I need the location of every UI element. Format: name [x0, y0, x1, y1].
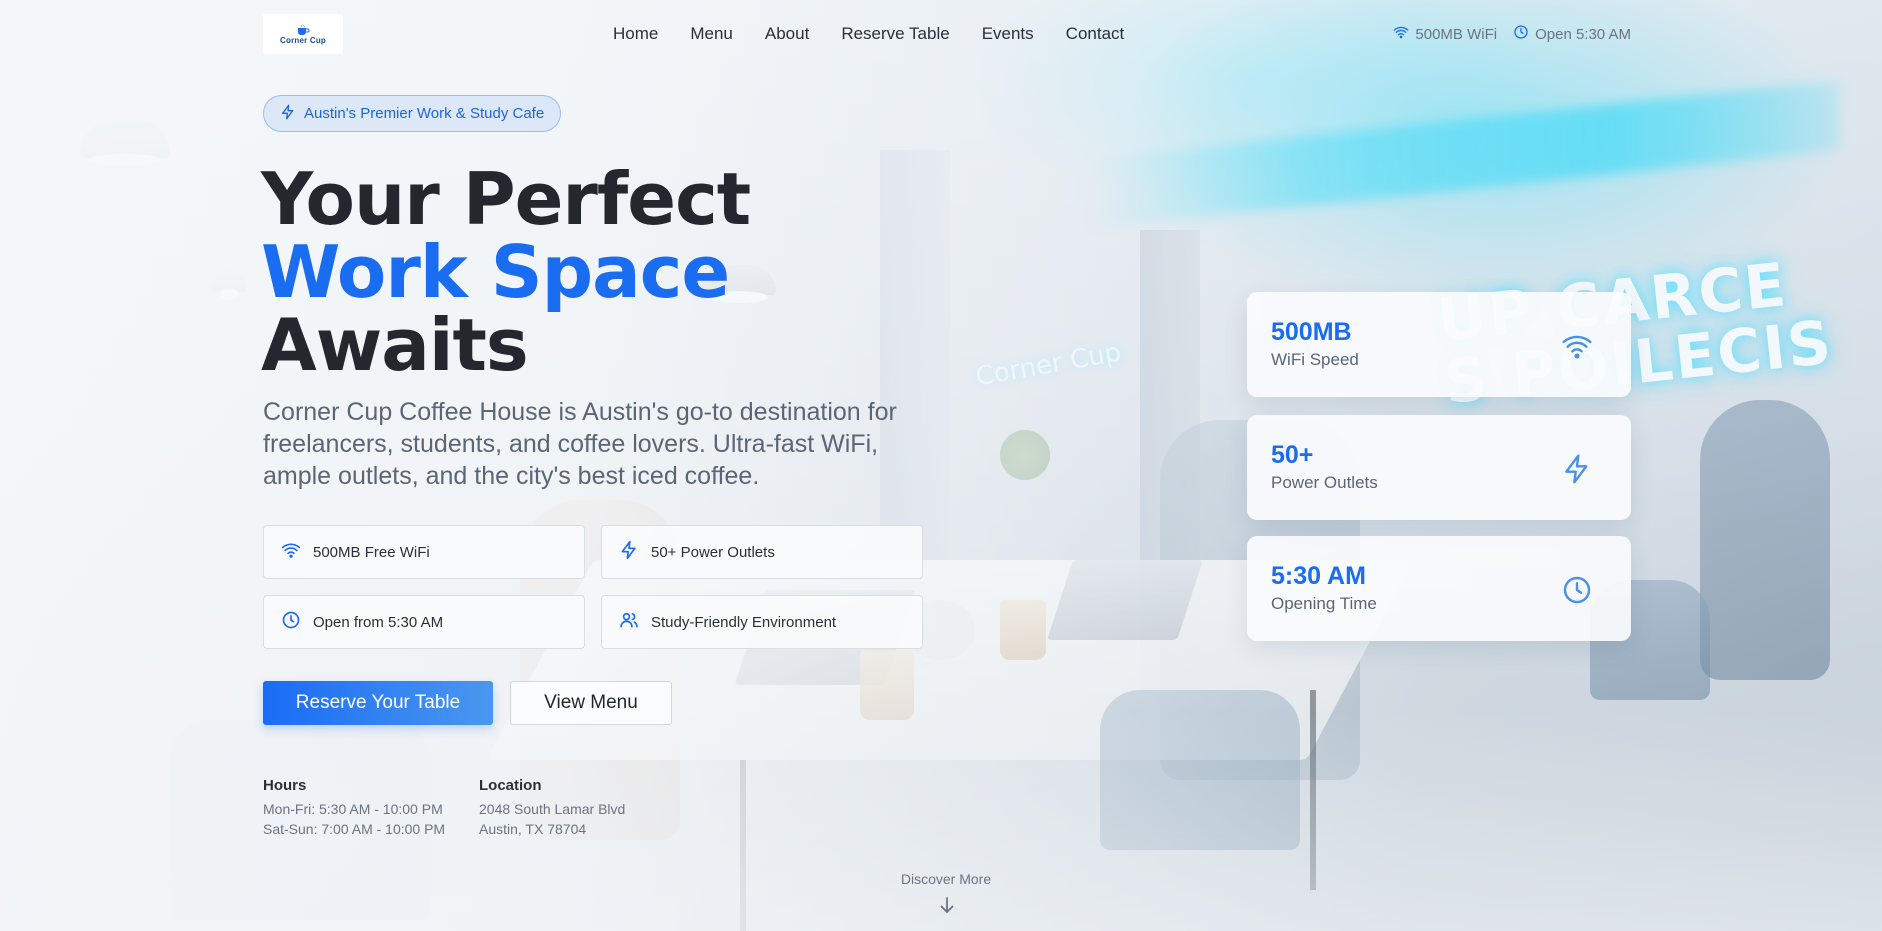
nav-menu[interactable]: Menu [690, 24, 733, 44]
feature-label: 50+ Power Outlets [651, 543, 775, 561]
hero-title-line-2: Work Space [261, 230, 730, 314]
nav-about[interactable]: About [765, 24, 809, 44]
feature-study-friendly: Study-Friendly Environment [601, 595, 923, 649]
location-street: 2048 South Lamar Blvd [479, 801, 626, 817]
stat-label: Power Outlets [1271, 473, 1378, 492]
header-wifi-text: 500MB WiFi [1415, 25, 1498, 43]
users-icon [619, 610, 639, 634]
hours-weekends: Sat-Sun: 7:00 AM - 10:00 PM [263, 821, 446, 837]
wifi-icon [281, 540, 301, 564]
bolt-icon [619, 540, 639, 564]
location-heading: Location [479, 777, 542, 794]
stat-label: WiFi Speed [1271, 350, 1359, 369]
wifi-icon [1393, 24, 1409, 44]
header-hours-text: Open 5:30 AM [1535, 25, 1631, 43]
feature-wifi: 500MB Free WiFi [263, 525, 585, 579]
arrow-down-icon[interactable] [938, 895, 956, 915]
header-hours-info: Open 5:30 AM [1513, 24, 1631, 44]
bolt-icon [280, 104, 296, 124]
feature-label: Study-Friendly Environment [651, 613, 837, 631]
stat-value: 500MB [1271, 318, 1352, 346]
hero-title-line-3: Awaits [261, 303, 529, 387]
location-block: Location 2048 South Lamar Blvd Austin, T… [479, 776, 625, 839]
location-city: Austin, TX 78704 [479, 821, 587, 837]
stat-card-wifi: 500MB WiFi Speed [1247, 292, 1631, 397]
hours-block: Hours Mon-Fri: 5:30 AM - 10:00 PM Sat-Su… [263, 776, 445, 839]
stat-label: Opening Time [1271, 594, 1377, 613]
clock-icon [1561, 574, 1593, 606]
feature-grid: 500MB Free WiFi 50+ Power Outlets Open f… [263, 525, 923, 649]
view-menu-button[interactable]: View Menu [510, 681, 672, 725]
hours-heading: Hours [263, 777, 307, 794]
reserve-table-button[interactable]: Reserve Your Table [263, 681, 493, 725]
bolt-icon [1561, 453, 1593, 485]
feature-outlets: 50+ Power Outlets [601, 525, 923, 579]
clock-icon [281, 610, 301, 634]
nav-reserve-table[interactable]: Reserve Table [841, 24, 949, 44]
hero-title: Your Perfect Work Space Awaits [261, 157, 751, 387]
nav-home[interactable]: Home [613, 24, 658, 44]
stat-card-outlets: 50+ Power Outlets [1247, 415, 1631, 520]
stat-value: 5:30 AM [1271, 562, 1366, 590]
wifi-icon [1561, 330, 1593, 362]
nav-contact[interactable]: Contact [1066, 24, 1125, 44]
hero-title-line-1: Your Perfect [261, 157, 751, 241]
stat-value: 50+ [1271, 441, 1314, 469]
stat-card-opening: 5:30 AM Opening Time [1247, 536, 1631, 641]
header-quick-info: 500MB WiFi Open 5:30 AM [1393, 24, 1631, 44]
feature-hours: Open from 5:30 AM [263, 595, 585, 649]
coffee-cup-icon [296, 23, 310, 35]
logo-text: Corner Cup [280, 36, 326, 45]
header-wifi-info: 500MB WiFi [1393, 24, 1497, 44]
nav-events[interactable]: Events [982, 24, 1034, 44]
hero-badge: Austin's Premier Work & Study Cafe [263, 95, 562, 132]
clock-icon [1513, 24, 1529, 44]
brand-logo[interactable]: Corner Cup [263, 14, 343, 54]
hours-weekdays: Mon-Fri: 5:30 AM - 10:00 PM [263, 801, 443, 817]
hero-description: Corner Cup Coffee House is Austin's go-t… [263, 398, 897, 490]
feature-label: Open from 5:30 AM [313, 613, 444, 631]
hero-badge-text: Austin's Premier Work & Study Cafe [304, 105, 545, 122]
discover-more-link[interactable]: Discover More [898, 871, 994, 887]
feature-label: 500MB Free WiFi [313, 543, 430, 561]
main-nav: Home Menu About Reserve Table Events Con… [613, 24, 1124, 44]
